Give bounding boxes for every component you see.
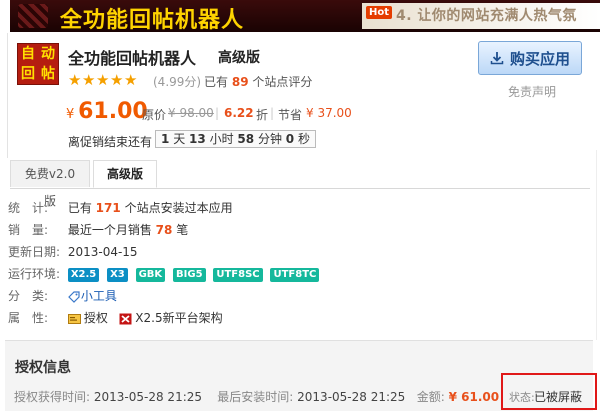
- disclaimer-link[interactable]: 免责声明: [508, 83, 556, 100]
- sales-count: 78: [155, 223, 173, 237]
- category-link[interactable]: 小工具: [81, 289, 117, 303]
- sales-row: 销 量: 最近一个月销售 78 笔: [8, 222, 188, 238]
- banner-slogan: 4. 让你的网站充满人热气氛: [396, 8, 577, 24]
- buy-app-label: 购买应用: [509, 49, 570, 68]
- tab-free-v2[interactable]: 免费v2.0版: [10, 160, 90, 208]
- stats-label: 统 计:: [8, 201, 49, 215]
- hot-badge: Hot: [366, 6, 393, 19]
- rating-count-text: 已有 89 个站点评分: [204, 73, 312, 90]
- countdown-label: 离促销结束还有: [68, 135, 153, 149]
- attributes-label: 属 性:: [8, 311, 49, 325]
- attributes-row: 属 性: 授权 X2.5新平台架构: [8, 310, 223, 326]
- download-icon: [490, 51, 504, 65]
- env-label: 运行环境:: [8, 267, 61, 281]
- current-price: ¥ 61.00: [66, 99, 148, 124]
- countdown-hours: 13: [189, 132, 206, 146]
- star-icon: ★: [82, 71, 96, 89]
- countdown-seconds-unit: 秒: [297, 132, 310, 146]
- license-info-section: 授权信息 授权获得时间: 2013-05-28 21:25 最后安装时间: 20…: [5, 340, 597, 411]
- product-icon-char: 自: [21, 46, 35, 62]
- stats-prefix: 已有: [67, 201, 92, 215]
- platform-x-icon: [119, 313, 132, 325]
- stats-row: 统 计: 已有 171 个站点安装过本应用: [8, 200, 233, 216]
- stats-suffix: 个站点安装过本应用: [124, 201, 233, 215]
- license-icon: [67, 313, 81, 325]
- env-tag-big5: BIG5: [173, 267, 206, 282]
- section-title: 授权信息: [15, 360, 71, 376]
- banner-logo: [18, 4, 48, 28]
- discount-value: 6.22: [224, 106, 254, 120]
- sales-label: 销 量:: [8, 223, 49, 237]
- star-icon: ★: [96, 71, 110, 89]
- env-tag-x3: X3: [107, 267, 128, 282]
- status-value: 已被屏蔽: [534, 390, 583, 404]
- tab-pro[interactable]: 高级版: [93, 160, 157, 188]
- tag-icon: [67, 290, 80, 303]
- right-border: [596, 150, 597, 340]
- countdown-minutes: 58: [237, 132, 255, 146]
- category-row: 分 类: 小工具: [8, 288, 117, 304]
- sales-prefix: 最近一个月销售: [67, 223, 152, 237]
- amount-value: ¥ 61.00: [448, 390, 500, 404]
- updated-date: 2013-04-15: [67, 245, 138, 259]
- attribute-license: 授权: [83, 311, 108, 325]
- updated-label: 更新日期:: [8, 245, 61, 259]
- obtained-time: 2013-05-28 21:25: [93, 390, 203, 404]
- env-tag-utf8tc: UTF8TC: [270, 267, 320, 282]
- original-price: ¥ 98.00: [168, 106, 214, 120]
- status-label: 状态:: [509, 391, 535, 404]
- env-tag-utf8sc: UTF8SC: [213, 267, 263, 282]
- product-icon: 自 动 回 帖: [17, 43, 59, 85]
- star-icon: ★: [124, 71, 138, 89]
- installed-label: 最后安装时间:: [217, 390, 294, 404]
- rating-prefix: 已有: [204, 75, 229, 89]
- divider: |: [270, 106, 275, 120]
- star-icon: ★: [68, 71, 82, 89]
- star-icon: ★: [110, 71, 124, 89]
- rating-count: 89: [231, 75, 249, 89]
- rating-score: (4.99分): [153, 75, 202, 89]
- env-tag-x25: X2.5: [67, 267, 100, 282]
- license-details: 授权获得时间: 2013-05-28 21:25 最后安装时间: 2013-05…: [14, 388, 499, 405]
- edition-tabs: 免费v2.0版 高级版: [10, 160, 590, 208]
- discount-unit: 折: [256, 108, 269, 122]
- sales-suffix: 笔: [176, 223, 189, 237]
- price-currency: ¥: [66, 107, 75, 122]
- env-tag-gbk: GBK: [135, 267, 166, 282]
- save-amount: ¥ 37.00: [306, 106, 352, 120]
- countdown-days-unit: 天: [173, 132, 186, 146]
- product-icon-char: 帖: [41, 66, 55, 82]
- product-title: 全功能回帖机器人: [68, 49, 197, 68]
- product-icon-char: 回: [21, 66, 35, 82]
- status-highlight-box: 状态: 已被屏蔽: [501, 373, 597, 410]
- rating-suffix: 个站点评分: [252, 75, 313, 89]
- attribute-platform: X2.5新平台架构: [135, 311, 223, 325]
- installed-time: 2013-05-28 21:25: [297, 390, 406, 404]
- banner-title: 全功能回帖机器人: [60, 8, 245, 32]
- product-card: 自 动 回 帖 全功能回帖机器人 高级版 ★★★★★ (4.99分) 已有 89…: [7, 33, 593, 158]
- original-price-label: 原价: [142, 108, 167, 122]
- divider: |: [215, 106, 220, 120]
- countdown-hours-unit: 小时: [209, 132, 234, 146]
- category-label: 分 类:: [8, 289, 49, 303]
- stats-count: 171: [95, 201, 121, 215]
- environment-row: 运行环境: X2.5 X3 GBK BIG5 UTF8SC UTF8TC: [8, 266, 323, 282]
- countdown-timer: 1 天 13 小时 58 分钟 0 秒: [155, 130, 316, 148]
- countdown-seconds: 0: [285, 132, 295, 146]
- updated-row: 更新日期: 2013-04-15: [8, 244, 138, 260]
- countdown-days: 1: [161, 132, 170, 146]
- product-edition: 高级版: [218, 50, 260, 66]
- rating-stars: ★★★★★: [68, 71, 138, 89]
- countdown-minutes-unit: 分钟: [257, 132, 282, 146]
- product-icon-char: 动: [41, 46, 55, 62]
- obtained-label: 授权获得时间:: [14, 390, 91, 404]
- buy-app-button[interactable]: 购买应用: [478, 41, 582, 75]
- top-banner[interactable]: 全功能回帖机器人 Hot 4. 让你的网站充满人热气氛: [10, 0, 600, 32]
- price-value: 61.00: [78, 99, 148, 124]
- save-label: 节省: [278, 108, 303, 122]
- amount-label: 金额:: [416, 390, 445, 404]
